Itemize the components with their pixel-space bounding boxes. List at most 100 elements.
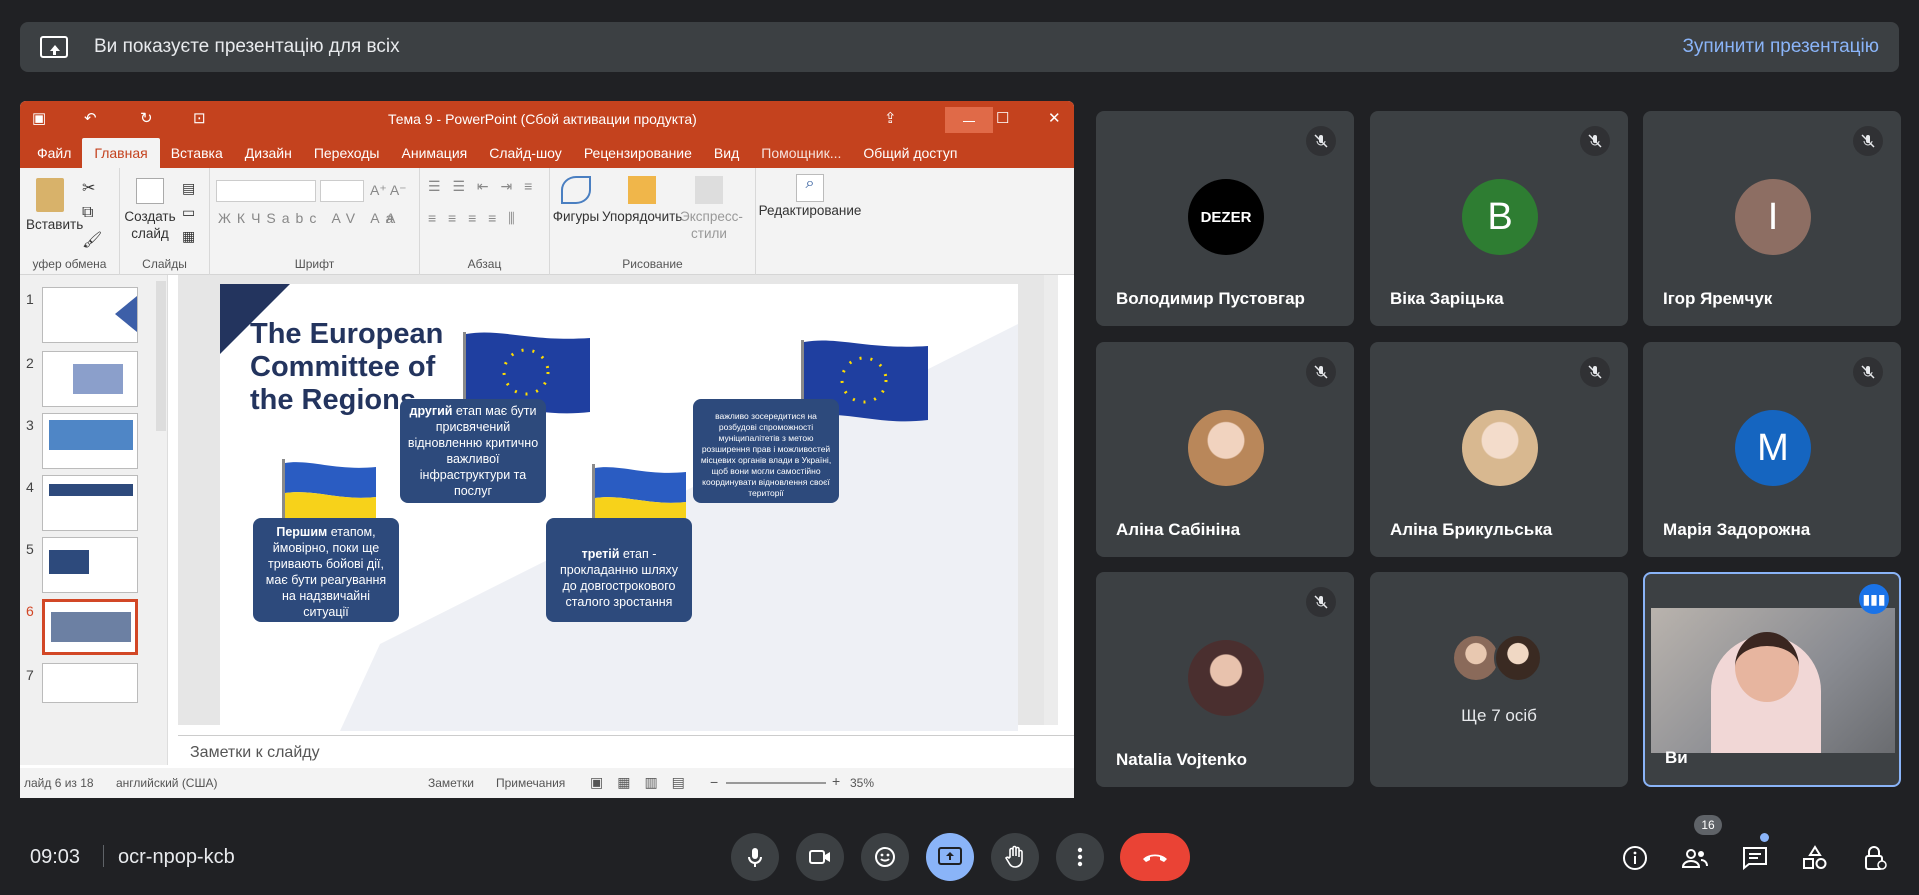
font-format-icons[interactable]: ЖКЧSabc AV Aa [218,210,399,226]
tab-tellme[interactable]: Помощник... [750,145,852,168]
slideshow-icon[interactable]: ⊡ [193,109,206,127]
slide-thumbnail-5[interactable] [42,537,138,593]
tab-file[interactable]: Файл [26,145,82,168]
quick-styles-button[interactable]: Экспресс-стили [680,176,743,242]
tab-transitions[interactable]: Переходы [303,145,391,168]
stage-1-bold: Першим [276,525,328,539]
format-painter-icon[interactable]: 🖌 [82,230,102,250]
zoom-level[interactable]: 35% [850,776,874,790]
participant-tile[interactable]: B Віка Заріцька [1370,111,1628,326]
meeting-time: 09:03 [30,846,81,868]
stop-presenting-button[interactable]: Зупинити презентацію [1682,36,1879,58]
ppt-titlebar: ▣ ↶ ↻ ⊡ Тема 9 - PowerPoint (Сбой актива… [20,101,1074,136]
more-participants-tile[interactable]: Ще 7 осіб [1370,572,1628,787]
present-button[interactable] [926,833,974,881]
thumb-number: 2 [26,355,34,371]
arrange-button[interactable]: Упорядочить [602,176,682,225]
font-size-input[interactable] [320,180,364,202]
avatar-photo [1462,410,1538,486]
participant-tile[interactable]: M Марія Задорожна [1643,342,1901,557]
thumb-shape [49,550,89,574]
close-button[interactable]: ✕ [1048,109,1061,127]
hangup-icon [1143,854,1167,862]
thumbs-scrollbar[interactable] [156,281,166,431]
people-button[interactable] [1680,843,1710,873]
current-slide[interactable]: The European Committee of the Regions др… [220,284,1018,731]
layout-icon[interactable]: ▤ [182,180,195,197]
emoji-icon [875,847,895,867]
new-slide-button[interactable]: Создать слайд [122,178,178,242]
tab-slideshow[interactable]: Слайд-шоу [478,145,573,168]
zoom-out-icon[interactable]: − [710,774,718,790]
editing-button[interactable]: ⌕ Редактирование [756,174,864,219]
slide-thumbnail-7[interactable] [42,663,138,703]
tab-home[interactable]: Главная [82,138,160,168]
participant-tile[interactable]: DEZER Володимир Пустовгар [1096,111,1354,326]
stage-2-box: другий етап має бути присвячений відновл… [400,399,546,503]
slides-group: Создать слайд ▤ ▭ ▦ Слайды [120,168,210,275]
grow-font-icon[interactable]: A⁺ A⁻ [370,182,407,199]
slide-thumbnail-1[interactable] [42,287,138,343]
tab-insert[interactable]: Вставка [160,145,234,168]
slide-thumbnail-2[interactable] [42,351,138,407]
reset-icon[interactable]: ▭ [182,204,195,221]
editing-label: Редактирование [758,203,862,218]
emoji-button[interactable] [861,833,909,881]
tab-view[interactable]: Вид [703,145,750,168]
maximize-button[interactable]: ☐ [996,109,1009,127]
save-icon[interactable]: ▣ [32,109,46,127]
undo-icon[interactable]: ↶ [84,109,97,127]
zoom-in-icon[interactable]: + [832,773,840,789]
slide-thumbnail-6[interactable] [42,599,138,655]
activities-button[interactable] [1800,843,1830,873]
thumb-number: 3 [26,417,34,433]
align-icons[interactable]: ≡ ≡ ≡ ≡ ⫼ [428,210,519,227]
zoom-slider[interactable] [726,782,826,784]
host-controls-button[interactable] [1860,843,1890,873]
comments-toggle[interactable]: Примечания [496,776,565,790]
leave-call-button[interactable] [1120,833,1190,881]
cut-icon[interactable]: ✂ [82,178,95,198]
section-icon[interactable]: ▦ [182,228,195,245]
share-button[interactable]: Общий доступ [852,145,968,168]
slide-editing-area: The European Committee of the Regions др… [178,275,1058,731]
avatar-photo [1188,410,1264,486]
avatar: DEZER [1188,179,1264,255]
camera-button[interactable] [796,833,844,881]
slide-scrollbar[interactable] [1044,275,1058,725]
stage-3-text: етап - прокладанню шляху до довгостроков… [559,547,679,609]
tab-review[interactable]: Рецензирование [573,145,703,168]
self-video-tile[interactable]: ▮▮▮ Ви [1643,572,1901,787]
mic-button[interactable] [731,833,779,881]
notes-toggle[interactable]: Заметки [428,776,474,790]
copy-icon[interactable]: ⧉ [82,204,93,222]
slide-thumbnail-4[interactable] [42,475,138,531]
more-options-button[interactable] [1056,833,1104,881]
minimize-button[interactable] [945,107,993,133]
view-buttons[interactable]: ▣▦▥▤ [590,774,699,791]
shapes-button[interactable]: Фигуры [550,176,602,225]
quick-styles-label: Экспресс-стили [680,209,743,241]
participant-tile[interactable]: Аліна Сабініна [1096,342,1354,557]
ribbon-display-icon[interactable]: ⇪ [884,109,897,127]
chat-button[interactable] [1740,843,1770,873]
tab-animation[interactable]: Анимация [391,145,479,168]
mic-off-icon [1580,126,1610,156]
font-name-input[interactable] [216,180,316,202]
raise-hand-button[interactable] [991,833,1039,881]
language-status[interactable]: английский (США) [116,776,217,790]
redo-icon[interactable]: ↻ [140,109,153,127]
list-icons[interactable]: ☰ ☰ ⇤ ⇥ ≡ [428,178,536,195]
slide-thumbnail-3[interactable] [42,413,138,469]
participant-tile[interactable]: Natalia Vojtenko [1096,572,1354,787]
participant-tile[interactable]: Аліна Брикульська [1370,342,1628,557]
slide-notes[interactable]: Заметки к слайду [178,735,1074,768]
meeting-info-button[interactable] [1620,843,1650,873]
paste-button[interactable]: Вставить [26,178,83,233]
new-slide-icon [136,178,164,204]
participant-name: Аліна Сабініна [1116,520,1241,539]
font-color-icon[interactable]: A [386,210,395,226]
participant-name: Віка Заріцька [1390,289,1504,308]
tab-design[interactable]: Дизайн [234,145,303,168]
participant-tile[interactable]: I Ігор Яремчук [1643,111,1901,326]
